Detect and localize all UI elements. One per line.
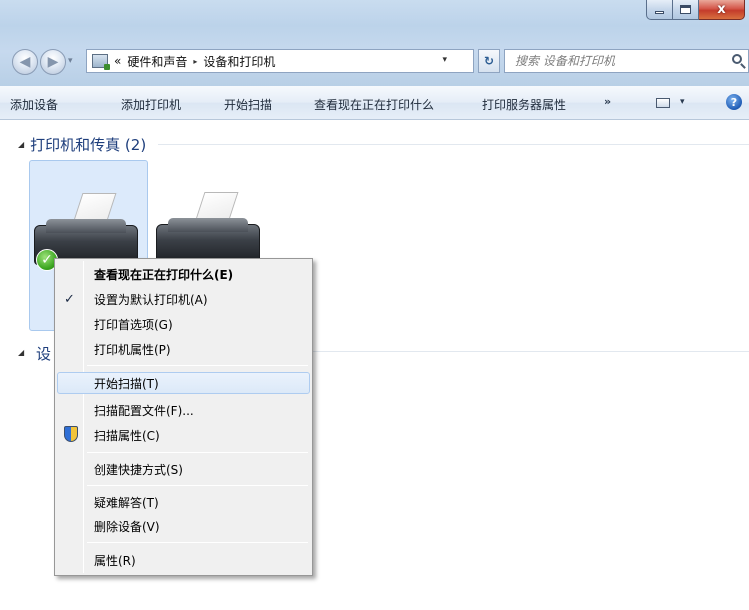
maximize-button[interactable]: [673, 0, 699, 20]
menu-item-label: 扫描配置文件(F)...: [94, 403, 194, 418]
menu-item-label: 创建快捷方式(S): [94, 462, 183, 477]
window-chrome: x ◀ ▶ ▾ « 硬件和声音 ▸ 设备和打印机 ▾ ↻: [0, 0, 749, 86]
more-commands-icon[interactable]: »: [604, 95, 611, 108]
menu-item-printer-properties[interactable]: 打印机属性(P): [57, 338, 310, 360]
recent-pages-dropdown[interactable]: ▾: [68, 56, 73, 66]
menu-item-label: 打印首选项(G): [94, 317, 173, 332]
uac-shield-icon: [64, 426, 78, 442]
breadcrumb-hardware-sound[interactable]: 硬件和声音: [127, 53, 187, 70]
close-icon: x: [717, 2, 726, 17]
print-server-properties-button[interactable]: 打印服务器属性: [482, 96, 566, 113]
menu-item-troubleshoot[interactable]: 疑难解答(T): [57, 491, 310, 513]
view-options-dropdown-icon[interactable]: ▾: [680, 97, 685, 107]
second-printer-icon[interactable]: [150, 188, 270, 268]
caption-buttons: x: [646, 0, 745, 22]
see-whats-printing-button[interactable]: 查看现在正在打印什么: [314, 96, 434, 113]
command-bar: 添加设备 添加打印机 开始扫描 查看现在正在打印什么 打印服务器属性 » ▾ ?: [0, 86, 749, 120]
search-input[interactable]: [515, 54, 715, 68]
address-dropdown-icon[interactable]: ▾: [442, 55, 447, 65]
search-icon[interactable]: [732, 54, 742, 64]
menu-item-see-whats-printing[interactable]: 查看现在正在打印什么(E): [57, 263, 310, 285]
search-box[interactable]: [504, 49, 749, 73]
collapse-arrow-icon[interactable]: ◢: [18, 140, 24, 149]
breadcrumb-devices-printers[interactable]: 设备和打印机: [203, 53, 275, 70]
group-divider: [158, 143, 749, 145]
navigation-row: ◀ ▶ ▾ « 硬件和声音 ▸ 设备和打印机 ▾ ↻: [8, 47, 749, 77]
add-device-button[interactable]: 添加设备: [10, 96, 58, 113]
refresh-icon: ↻: [483, 54, 495, 68]
menu-item-create-shortcut[interactable]: 创建快捷方式(S): [57, 458, 310, 480]
start-scan-button[interactable]: 开始扫描: [224, 96, 272, 113]
menu-separator: [87, 542, 308, 543]
menu-item-label: 打印机属性(P): [94, 342, 171, 357]
address-overflow-chevron[interactable]: «: [114, 54, 121, 68]
menu-item-label: 设置为默认打印机(A): [94, 292, 208, 307]
menu-item-label: 属性(R): [94, 553, 136, 568]
menu-item-label: 开始扫描(T): [94, 376, 159, 391]
menu-separator: [87, 365, 308, 366]
menu-item-set-default-printer[interactable]: ✓ 设置为默认打印机(A): [57, 288, 310, 310]
forward-button[interactable]: ▶: [40, 49, 66, 75]
menu-item-printing-preferences[interactable]: 打印首选项(G): [57, 313, 310, 335]
add-printer-button[interactable]: 添加打印机: [121, 96, 181, 113]
menu-item-properties[interactable]: 属性(R): [57, 549, 310, 571]
context-menu: 查看现在正在打印什么(E) ✓ 设置为默认打印机(A) 打印首选项(G) 打印机…: [54, 258, 313, 576]
change-view-icon[interactable]: [656, 98, 670, 108]
devices-group-title: 设: [36, 345, 52, 363]
back-arrow-icon: ◀: [19, 54, 31, 70]
check-glyph: ✓: [41, 252, 53, 268]
forward-arrow-icon: ▶: [47, 54, 59, 70]
menu-separator: [87, 452, 308, 453]
help-glyph: ?: [730, 95, 738, 109]
minimize-icon: [655, 11, 664, 14]
menu-item-scan-properties[interactable]: 扫描属性(C): [57, 424, 310, 446]
menu-item-start-scan[interactable]: 开始扫描(T): [57, 372, 310, 394]
menu-item-label: 查看现在正在打印什么(E): [94, 267, 234, 282]
address-bar[interactable]: « 硬件和声音 ▸ 设备和打印机 ▾: [86, 49, 474, 73]
breadcrumb-separator-icon[interactable]: ▸: [193, 57, 197, 66]
menu-item-label: 删除设备(V): [94, 519, 160, 534]
menu-item-label: 扫描属性(C): [94, 428, 160, 443]
menu-item-label: 疑难解答(T): [94, 495, 159, 510]
refresh-button[interactable]: ↻: [478, 49, 500, 73]
menu-item-remove-device[interactable]: 删除设备(V): [57, 515, 310, 537]
devices-collapse-arrow-icon[interactable]: ◢: [18, 348, 24, 357]
back-button[interactable]: ◀: [12, 49, 38, 75]
maximize-icon: [680, 5, 691, 14]
close-button[interactable]: x: [699, 0, 745, 20]
minimize-button[interactable]: [646, 0, 673, 20]
help-icon[interactable]: ?: [726, 94, 742, 110]
checkmark-icon: ✓: [64, 291, 75, 307]
printers-group-title: 打印机和传真 (2): [30, 135, 147, 154]
menu-separator: [87, 485, 308, 486]
printers-group-header[interactable]: ◢ 打印机和传真 (2): [18, 134, 749, 154]
control-panel-icon: [92, 54, 110, 70]
menu-item-scan-profiles[interactable]: 扫描配置文件(F)...: [57, 399, 310, 421]
